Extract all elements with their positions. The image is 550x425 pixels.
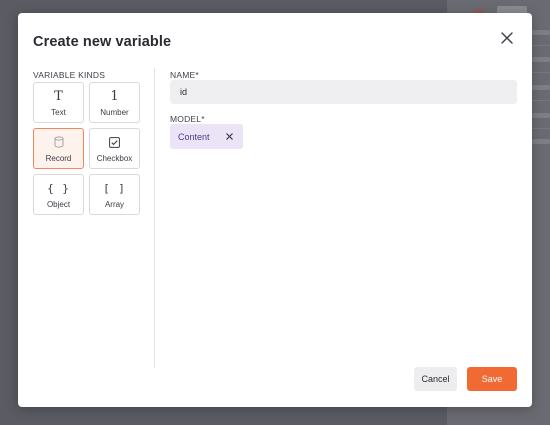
record-icon	[54, 135, 64, 150]
kind-option-object[interactable]: { } Object	[33, 174, 84, 215]
cancel-button[interactable]: Cancel	[414, 367, 457, 391]
close-icon	[501, 32, 513, 44]
array-brackets-icon: [ ]	[103, 181, 126, 195]
kind-option-array[interactable]: [ ] Array	[89, 174, 140, 215]
close-icon	[226, 133, 233, 140]
number-icon: 1	[110, 88, 119, 104]
background-app-text	[532, 139, 550, 144]
remove-model-tag-button[interactable]	[224, 131, 235, 142]
kind-option-record[interactable]: Record	[33, 128, 84, 169]
kind-option-text[interactable]: T Text	[33, 82, 84, 123]
background-app-text	[532, 57, 550, 62]
model-field-label: MODEL*	[170, 114, 205, 124]
background-app-text	[532, 113, 550, 118]
kind-label: Object	[46, 199, 71, 209]
create-variable-dialog: Create new variable VARIABLE KINDS T Tex…	[18, 13, 532, 407]
text-icon: T	[54, 88, 63, 104]
variable-kinds-label: VARIABLE KINDS	[33, 70, 106, 80]
kind-option-number[interactable]: 1 Number	[89, 82, 140, 123]
save-button[interactable]: Save	[467, 367, 517, 391]
column-divider	[154, 68, 155, 368]
name-input[interactable]	[170, 80, 517, 104]
background-app-text	[532, 30, 550, 35]
kind-label: Record	[45, 153, 72, 163]
kind-label: Text	[51, 107, 66, 117]
model-tag: Content	[170, 124, 243, 149]
kind-option-checkbox[interactable]: Checkbox	[89, 128, 140, 169]
variable-kinds-grid: T Text 1 Number Record Checkbox {} Obje…	[33, 82, 140, 215]
checkbox-icon	[109, 135, 120, 150]
object-braces-icon: { }	[47, 181, 70, 195]
model-tag-label: Content	[178, 131, 210, 142]
kind-label: Number	[100, 107, 129, 117]
close-button[interactable]	[496, 27, 518, 49]
background-app-text	[532, 85, 550, 90]
kind-label: Array	[104, 199, 125, 209]
name-field-label: NAME*	[170, 70, 199, 80]
kind-label: Checkbox	[96, 153, 133, 163]
dialog-title: Create new variable	[33, 34, 172, 50]
